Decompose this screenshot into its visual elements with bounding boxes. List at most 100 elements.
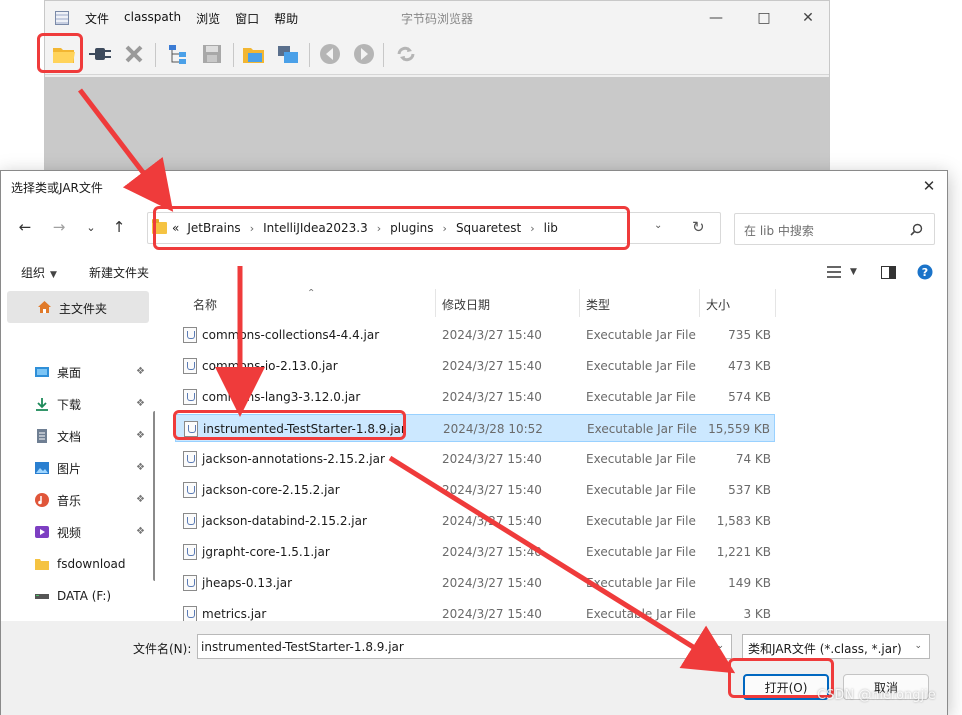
address-bar[interactable]: « JetBrains › IntelliJIdea2023.3 › plugi… xyxy=(147,212,721,244)
up-icon[interactable]: ↑ xyxy=(107,216,131,238)
chevron-down-icon[interactable]: ⌄ xyxy=(716,641,724,651)
column-header: ⌃ 名称 修改日期 类型 大小 xyxy=(161,289,929,317)
window-close-icon[interactable]: ✕ xyxy=(793,7,823,29)
file-type: Executable Jar File xyxy=(587,422,697,436)
table-row[interactable]: commons-lang3-3.12.0.jar 2024/3/27 15:40… xyxy=(175,383,775,411)
minimize-icon[interactable]: — xyxy=(701,7,731,29)
menu-window[interactable]: 窗口 xyxy=(235,10,259,27)
music-icon xyxy=(35,493,49,507)
sidebar-item-pictures[interactable]: 图片 ❖ xyxy=(35,457,145,479)
file-date: 2024/3/27 15:40 xyxy=(442,514,542,528)
menu-classpath[interactable]: classpath xyxy=(124,10,181,27)
column-divider[interactable] xyxy=(579,289,580,317)
file-name: jackson-databind-2.15.2.jar xyxy=(202,514,367,528)
forward-arrow-icon[interactable] xyxy=(349,39,379,69)
table-row[interactable]: commons-collections4-4.4.jar 2024/3/27 1… xyxy=(175,321,775,349)
organize-label: 组织 xyxy=(21,266,46,280)
breadcrumb-overflow[interactable]: « xyxy=(172,221,179,235)
plug-icon[interactable] xyxy=(85,39,115,69)
preview-pane-icon[interactable] xyxy=(881,263,896,281)
help-icon[interactable]: ? xyxy=(917,263,933,281)
export-icon[interactable] xyxy=(273,39,303,69)
file-name: commons-io-2.13.0.jar xyxy=(202,359,338,373)
search-box[interactable]: 在 lib 中搜索 xyxy=(734,213,935,245)
refresh-icon[interactable] xyxy=(391,39,421,69)
sidebar-item-documents[interactable]: 文档 ❖ xyxy=(35,425,145,447)
file-name: jgrapht-core-1.5.1.jar xyxy=(202,545,330,559)
column-size[interactable]: 大小 xyxy=(706,296,730,313)
file-name: jheaps-0.13.jar xyxy=(202,576,293,590)
sidebar-item-home[interactable]: 主文件夹 xyxy=(7,291,149,323)
column-type[interactable]: 类型 xyxy=(586,296,610,313)
view-options-button[interactable]: ▼ xyxy=(827,263,857,281)
jar-file-icon xyxy=(183,513,197,529)
file-date: 2024/3/27 15:40 xyxy=(442,390,542,404)
column-date[interactable]: 修改日期 xyxy=(442,296,490,313)
pin-icon: ❖ xyxy=(136,430,145,441)
file-size: 1,221 KB xyxy=(716,545,771,559)
breadcrumb-item[interactable]: IntelliJIdea2023.3 xyxy=(263,221,368,235)
filetype-select[interactable]: 类和JAR文件 (*.class, *.jar) ⌄ xyxy=(742,634,930,659)
table-row[interactable]: jackson-annotations-2.15.2.jar 2024/3/27… xyxy=(175,445,775,473)
tree-icon[interactable] xyxy=(163,39,193,69)
column-name[interactable]: 名称 xyxy=(193,296,217,313)
back-arrow-icon[interactable] xyxy=(315,39,345,69)
sidebar-item-desktop[interactable]: 桌面 ❖ xyxy=(35,361,145,383)
file-type: Executable Jar File xyxy=(586,607,696,621)
jar-file-icon xyxy=(184,421,198,437)
forward-icon[interactable]: → xyxy=(47,216,71,238)
delete-icon[interactable] xyxy=(119,39,149,69)
menu-browse[interactable]: 浏览 xyxy=(196,10,220,27)
breadcrumb-item[interactable]: JetBrains xyxy=(187,221,240,235)
navigation-pane: 主文件夹 桌面 ❖ 下载 ❖ 文档 ❖ 图片 ❖ 音乐 ❖ 视频 ❖ fsdow… xyxy=(5,289,155,621)
column-divider[interactable] xyxy=(775,289,776,317)
svg-text:?: ? xyxy=(922,266,928,279)
open-file-icon[interactable] xyxy=(239,39,269,69)
back-icon[interactable]: ← xyxy=(13,216,37,238)
file-type: Executable Jar File xyxy=(586,483,696,497)
bg-titlebar: 文件 classpath 浏览 窗口 帮助 字节码浏览器 — □ ✕ xyxy=(45,1,829,35)
menu-file[interactable]: 文件 xyxy=(85,10,109,27)
sidebar-item-data-drive[interactable]: DATA (F:) xyxy=(35,585,145,607)
table-row[interactable]: jgrapht-core-1.5.1.jar 2024/3/27 15:40 E… xyxy=(175,538,775,566)
search-placeholder: 在 lib 中搜索 xyxy=(744,224,814,238)
file-type: Executable Jar File xyxy=(586,359,696,373)
filename-input[interactable]: instrumented-TestStarter-1.8.9.jar ⌄ xyxy=(197,634,732,659)
open-folder-icon[interactable] xyxy=(49,39,79,69)
column-divider[interactable] xyxy=(435,289,436,317)
jar-file-icon xyxy=(183,606,197,621)
jar-file-icon xyxy=(183,327,197,343)
file-type: Executable Jar File xyxy=(586,452,696,466)
command-bar: 组织 ▼ 新建文件夹 ▼ ? xyxy=(1,257,947,287)
recent-locations-icon[interactable]: ⌄ xyxy=(79,216,103,238)
sidebar-item-fsdownload[interactable]: fsdownload xyxy=(35,553,145,575)
table-row[interactable]: jheaps-0.13.jar 2024/3/27 15:40 Executab… xyxy=(175,569,775,597)
table-row[interactable]: metrics.jar 2024/3/27 15:40 Executable J… xyxy=(175,600,775,621)
column-divider[interactable] xyxy=(699,289,700,317)
chevron-down-icon[interactable]: ⌄ xyxy=(654,220,662,231)
sidebar-item-music[interactable]: 音乐 ❖ xyxy=(35,489,145,511)
table-row[interactable]: jackson-core-2.15.2.jar 2024/3/27 15:40 … xyxy=(175,476,775,504)
breadcrumb-item[interactable]: plugins xyxy=(390,221,433,235)
maximize-icon[interactable]: □ xyxy=(749,7,779,29)
sidebar-item-videos[interactable]: 视频 ❖ xyxy=(35,521,145,543)
table-row[interactable]: commons-io-2.13.0.jar 2024/3/27 15:40 Ex… xyxy=(175,352,775,380)
refresh-icon[interactable]: ↻ xyxy=(692,218,705,236)
save-icon[interactable] xyxy=(197,39,227,69)
table-row[interactable]: jackson-databind-2.15.2.jar 2024/3/27 15… xyxy=(175,507,775,535)
table-row-selected[interactable]: instrumented-TestStarter-1.8.9.jar 2024/… xyxy=(175,414,775,442)
new-folder-button[interactable]: 新建文件夹 xyxy=(89,264,149,281)
file-size: 74 KB xyxy=(735,452,771,466)
menu-help[interactable]: 帮助 xyxy=(274,10,298,27)
pin-icon: ❖ xyxy=(136,526,145,537)
sidebar-scrollbar[interactable] xyxy=(153,411,155,581)
organize-button[interactable]: 组织 ▼ xyxy=(21,264,57,281)
dialog-close-icon[interactable]: ✕ xyxy=(917,175,941,197)
jar-file-icon xyxy=(183,358,197,374)
breadcrumb-item[interactable]: Squaretest xyxy=(456,221,521,235)
pin-icon: ❖ xyxy=(136,494,145,505)
dialog-title: 选择类或JAR文件 xyxy=(11,181,103,195)
breadcrumb-item[interactable]: lib xyxy=(544,221,558,235)
file-date: 2024/3/27 15:40 xyxy=(442,576,542,590)
sidebar-item-downloads[interactable]: 下载 ❖ xyxy=(35,393,145,415)
